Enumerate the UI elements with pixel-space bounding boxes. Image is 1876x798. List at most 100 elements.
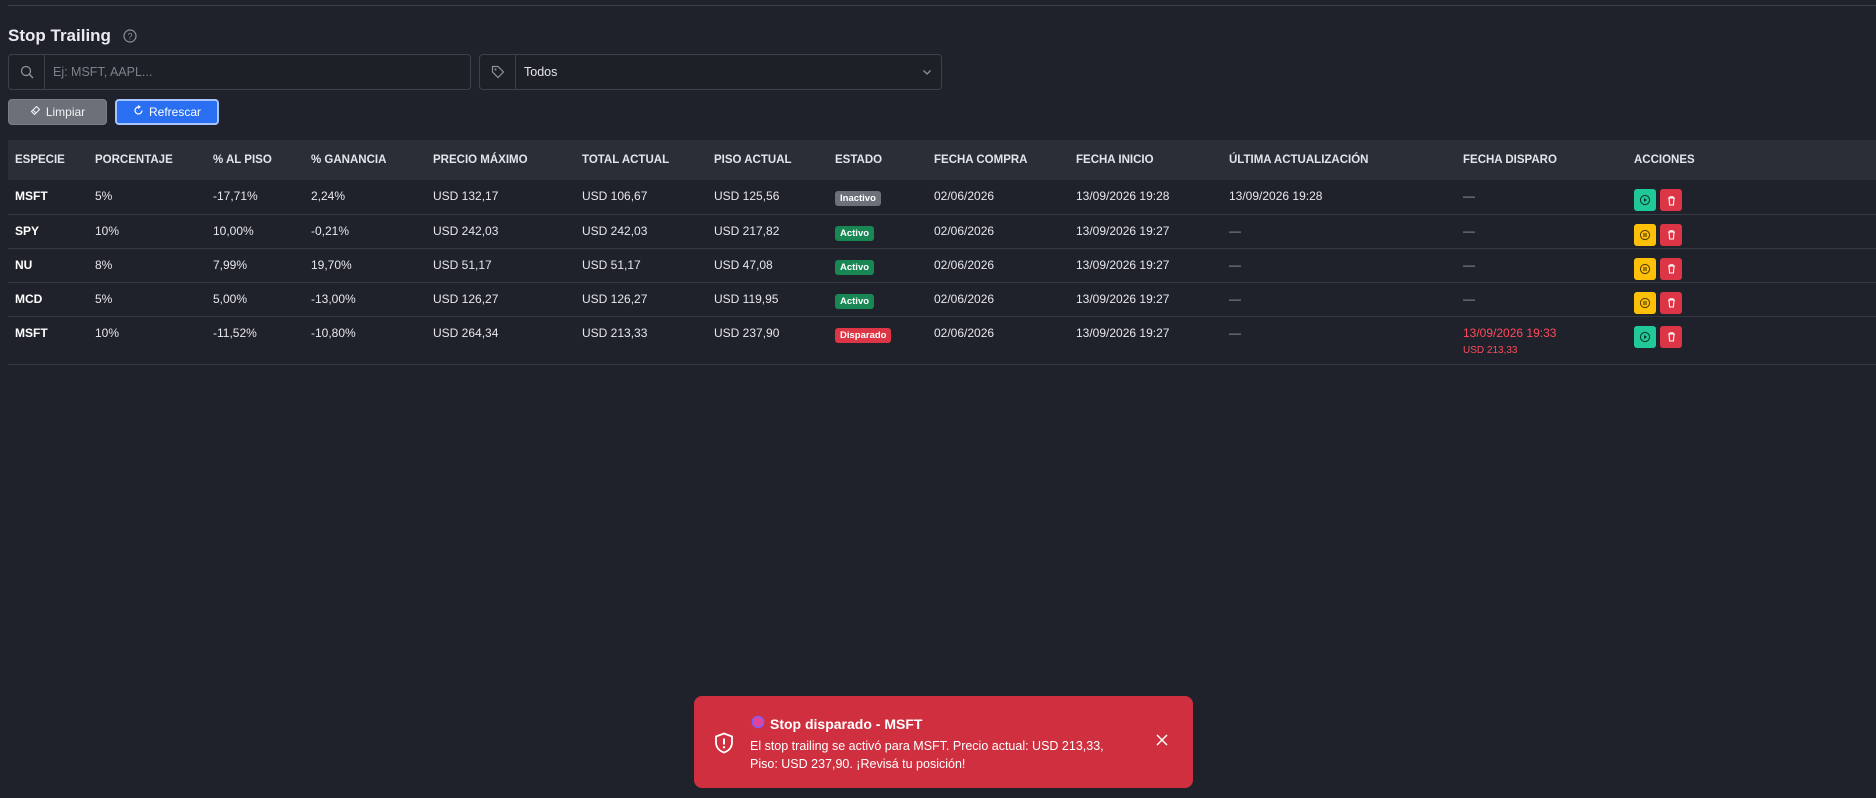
cell-especie: NU: [8, 248, 88, 283]
shield-alert-icon: [714, 732, 734, 757]
page-title: Stop Trailing: [8, 26, 111, 45]
top-divider: [8, 5, 1876, 6]
status-filter-value: Todos: [524, 65, 558, 79]
cell-fecha-inicio: 13/09/2026 19:27: [1069, 214, 1222, 249]
stop-trailing-table: ESPECIE PORCENTAJE % AL PISO % GANANCIA …: [8, 140, 1876, 365]
pause-button[interactable]: [1634, 291, 1656, 314]
activate-button[interactable]: [1634, 325, 1656, 348]
cell-ultima-actualizacion: —: [1222, 214, 1456, 249]
col-piso-actual[interactable]: PISO ACTUAL: [707, 140, 828, 180]
close-icon[interactable]: [1155, 733, 1169, 750]
cell-total-actual: USD 126,27: [575, 282, 707, 317]
delete-button[interactable]: [1660, 257, 1682, 280]
cell-fecha-disparo: —: [1456, 248, 1627, 283]
table-header-row: ESPECIE PORCENTAJE % AL PISO % GANANCIA …: [8, 140, 1876, 180]
status-badge: Activo: [835, 259, 875, 275]
alert-toast: Stop disparado - MSFT El stop trailing s…: [694, 696, 1193, 788]
cell-precio-maximo: USD 264,34: [426, 316, 575, 365]
cell-piso-actual: USD 217,82: [707, 214, 828, 249]
cell-fecha-compra: 02/06/2026: [927, 214, 1069, 249]
cell-estado: Activo: [828, 282, 927, 317]
col-al-piso[interactable]: % AL PISO: [206, 140, 304, 180]
status-badge: Inactivo: [835, 191, 881, 206]
cell-ultima-actualizacion: 13/09/2026 19:28: [1222, 180, 1456, 215]
cell-fecha-compra: 02/06/2026: [927, 248, 1069, 283]
cell-estado: Inactivo: [828, 180, 927, 215]
cell-fecha-inicio: 13/09/2026 19:27: [1069, 248, 1222, 283]
cell-piso-actual: USD 47,08: [707, 248, 828, 283]
cell-precio-maximo: USD 132,17: [426, 180, 575, 215]
cell-fecha-inicio: 13/09/2026 19:27: [1069, 316, 1222, 365]
activate-button[interactable]: [1634, 189, 1656, 211]
status-filter-select[interactable]: Todos: [479, 54, 942, 90]
tag-icon: [480, 55, 516, 89]
trash-icon: [1667, 195, 1675, 206]
cell-al-piso: 7,99%: [206, 248, 304, 283]
pause-button[interactable]: [1634, 223, 1656, 246]
cell-ganancia: 2,24%: [304, 180, 426, 215]
table-row: SPY 10% 10,00% -0,21% USD 242,03 USD 242…: [8, 214, 1876, 249]
cell-fecha-compra: 02/06/2026: [927, 282, 1069, 317]
cell-fecha-disparo: 13/09/2026 19:33 USD 213,33: [1456, 316, 1627, 365]
fired-date: 13/09/2026 19:33: [1463, 325, 1557, 340]
cell-ganancia: 19,70%: [304, 248, 426, 283]
col-porcentaje[interactable]: PORCENTAJE: [88, 140, 206, 180]
trash-icon: [1667, 264, 1675, 274]
col-precio-maximo[interactable]: PRECIO MÁXIMO: [426, 140, 575, 180]
cell-precio-maximo: USD 126,27: [426, 282, 575, 317]
cell-fecha-disparo: —: [1456, 180, 1627, 215]
fired-price: USD 213,33: [1463, 344, 1518, 356]
col-especie[interactable]: ESPECIE: [8, 140, 88, 180]
refresh-button[interactable]: Refrescar: [115, 99, 219, 125]
pause-button[interactable]: [1634, 257, 1656, 280]
col-fecha-disparo[interactable]: FECHA DISPARO: [1456, 140, 1627, 180]
delete-button[interactable]: [1660, 291, 1682, 314]
search-input[interactable]: [45, 65, 470, 79]
delete-button[interactable]: [1660, 325, 1682, 348]
col-fecha-compra[interactable]: FECHA COMPRA: [927, 140, 1069, 180]
cell-estado: Activo: [828, 248, 927, 283]
cell-ganancia: -0,21%: [304, 214, 426, 249]
actions-row: Limpiar Refrescar: [8, 99, 219, 125]
toast-header: Stop disparado - MSFT: [751, 715, 922, 732]
cell-acciones: [1627, 214, 1876, 249]
cell-acciones: [1627, 316, 1876, 365]
cell-porcentaje: 5%: [88, 282, 206, 317]
eraser-icon: [30, 105, 41, 119]
cell-ultima-actualizacion: —: [1222, 316, 1456, 365]
cell-estado: Disparado: [828, 316, 927, 365]
cell-acciones: [1627, 282, 1876, 317]
col-ganancia[interactable]: % GANANCIA: [304, 140, 426, 180]
cell-estado: Activo: [828, 214, 927, 249]
cell-especie: MSFT: [8, 180, 88, 215]
cell-total-actual: USD 106,67: [575, 180, 707, 215]
cell-porcentaje: 10%: [88, 316, 206, 365]
filters-row: Todos: [8, 54, 942, 90]
cell-ganancia: -13,00%: [304, 282, 426, 317]
refresh-icon: [133, 105, 144, 119]
refresh-label: Refrescar: [148, 105, 201, 119]
table-row: MSFT 10% -11,52% -10,80% USD 264,34 USD …: [8, 316, 1876, 365]
title-row: Stop Trailing ?: [8, 26, 137, 46]
question-circle-icon[interactable]: ?: [123, 29, 137, 43]
play-circle-icon: [1639, 194, 1651, 206]
delete-button[interactable]: [1660, 189, 1682, 211]
col-ultima-actualizacion[interactable]: ÚLTIMA ACTUALIZACIÓN: [1222, 140, 1456, 180]
clear-button[interactable]: Limpiar: [8, 99, 107, 125]
col-total-actual[interactable]: TOTAL ACTUAL: [575, 140, 707, 180]
cell-fecha-compra: 02/06/2026: [927, 316, 1069, 365]
col-acciones: ACCIONES: [1627, 140, 1876, 180]
trash-icon: [1667, 332, 1675, 342]
cell-piso-actual: USD 237,90: [707, 316, 828, 365]
chevron-down-icon: [913, 66, 941, 78]
col-estado[interactable]: ESTADO: [828, 140, 927, 180]
cell-fecha-inicio: 13/09/2026 19:28: [1069, 180, 1222, 215]
cell-porcentaje: 8%: [88, 248, 206, 283]
cell-especie: SPY: [8, 214, 88, 249]
delete-button[interactable]: [1660, 223, 1682, 246]
cell-al-piso: 10,00%: [206, 214, 304, 249]
table-row: NU 8% 7,99% 19,70% USD 51,17 USD 51,17 U…: [8, 248, 1876, 283]
col-fecha-inicio[interactable]: FECHA INICIO: [1069, 140, 1222, 180]
cell-piso-actual: USD 119,95: [707, 282, 828, 317]
cell-ultima-actualizacion: —: [1222, 248, 1456, 283]
